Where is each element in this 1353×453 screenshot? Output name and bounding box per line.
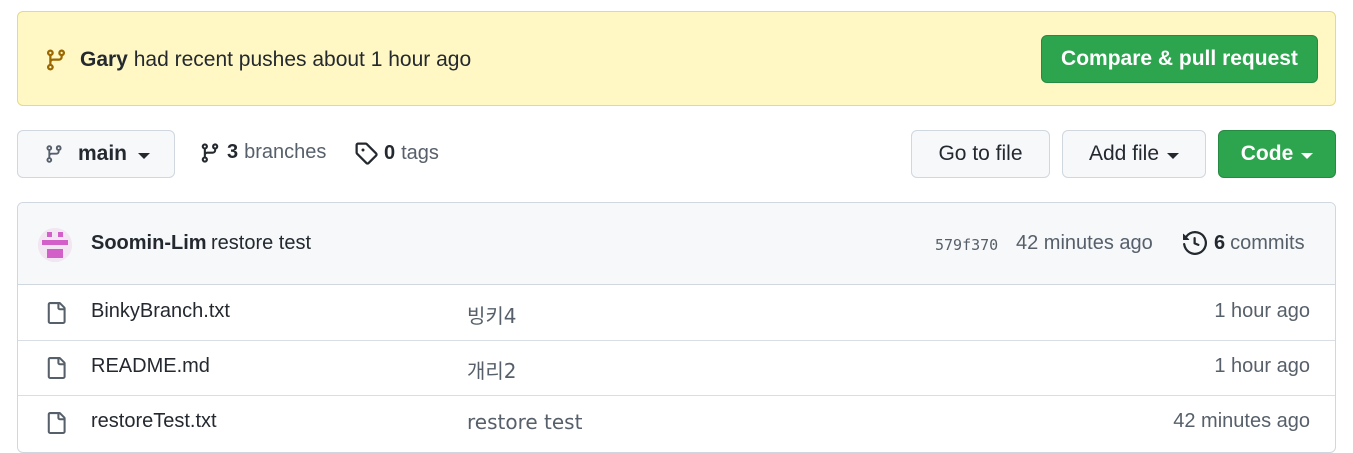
file-name-link[interactable]: BinkyBranch.txt bbox=[91, 300, 230, 323]
commits-count: 6 bbox=[1214, 231, 1226, 254]
recent-pushes-banner: Gary had recent pushes about 1 hour ago … bbox=[17, 11, 1336, 106]
recent-pushes-message: Gary had recent pushes about 1 hour ago bbox=[80, 47, 471, 73]
git-branch-icon bbox=[46, 49, 65, 71]
avatar[interactable] bbox=[38, 228, 72, 262]
add-file-button[interactable]: Add file bbox=[1062, 130, 1206, 178]
git-branch-icon bbox=[46, 145, 62, 163]
commit-sha-link[interactable]: 579f370 bbox=[935, 236, 998, 254]
file-row[interactable]: README.md 개리2 1 hour ago bbox=[18, 340, 1335, 395]
commits-label: commits bbox=[1230, 231, 1305, 254]
file-icon bbox=[47, 302, 66, 324]
file-commit-message-link[interactable]: 개리2 bbox=[467, 355, 517, 384]
file-list: Soomin-Lim restore test 579f370 42 minut… bbox=[17, 202, 1336, 453]
compare-pull-request-button[interactable]: Compare & pull request bbox=[1041, 35, 1318, 83]
git-branch-icon bbox=[201, 142, 219, 163]
branches-link[interactable]: 3 branches bbox=[199, 141, 326, 164]
tag-icon bbox=[355, 142, 378, 165]
tags-label: tags bbox=[401, 141, 439, 164]
file-commit-message-link[interactable]: restore test bbox=[467, 410, 582, 434]
code-button[interactable]: Code bbox=[1218, 130, 1336, 178]
tags-link[interactable]: 0 tags bbox=[354, 141, 439, 165]
branches-count: 3 bbox=[227, 141, 239, 163]
chevron-down-icon bbox=[1167, 152, 1180, 159]
file-commit-time: 1 hour ago bbox=[1214, 355, 1310, 377]
latest-commit-bar: Soomin-Lim restore test 579f370 42 minut… bbox=[18, 203, 1335, 285]
file-name-link[interactable]: README.md bbox=[91, 355, 210, 378]
chevron-down-icon bbox=[1301, 152, 1314, 159]
branches-label: branches bbox=[244, 141, 327, 163]
commit-time: 42 minutes ago bbox=[1016, 232, 1153, 254]
file-commit-time: 42 minutes ago bbox=[1173, 410, 1310, 432]
push-message-text: had recent pushes about 1 hour ago bbox=[133, 48, 472, 71]
file-row[interactable]: restoreTest.txt restore test 42 minutes … bbox=[18, 395, 1335, 450]
file-row[interactable]: BinkyBranch.txt 빙키4 1 hour ago bbox=[18, 285, 1335, 340]
file-commit-message-link[interactable]: 빙키4 bbox=[467, 300, 517, 329]
identicon-icon bbox=[38, 228, 72, 262]
chevron-down-icon bbox=[138, 152, 151, 159]
row-divider bbox=[18, 340, 1335, 341]
go-to-file-button[interactable]: Go to file bbox=[911, 130, 1050, 178]
history-icon bbox=[1183, 231, 1207, 255]
file-icon bbox=[47, 357, 66, 379]
branch-name: main bbox=[78, 142, 128, 165]
commits-history-link[interactable]: 6 commits bbox=[1183, 231, 1305, 255]
add-file-label: Add file bbox=[1088, 142, 1160, 165]
commit-author-link[interactable]: Soomin-Lim bbox=[91, 232, 207, 255]
file-name-link[interactable]: restoreTest.txt bbox=[91, 410, 217, 433]
commit-message-link[interactable]: restore test bbox=[211, 232, 311, 255]
file-icon bbox=[47, 412, 66, 434]
tags-count: 0 bbox=[384, 141, 396, 164]
push-user-link[interactable]: Gary bbox=[80, 48, 128, 71]
repo-toolbar: main 3 branches 0 tags Go to file Add fi… bbox=[17, 130, 1336, 178]
branch-select-button[interactable]: main bbox=[17, 130, 175, 178]
file-commit-time: 1 hour ago bbox=[1214, 300, 1310, 322]
row-divider bbox=[18, 395, 1335, 396]
code-label: Code bbox=[1240, 142, 1294, 165]
